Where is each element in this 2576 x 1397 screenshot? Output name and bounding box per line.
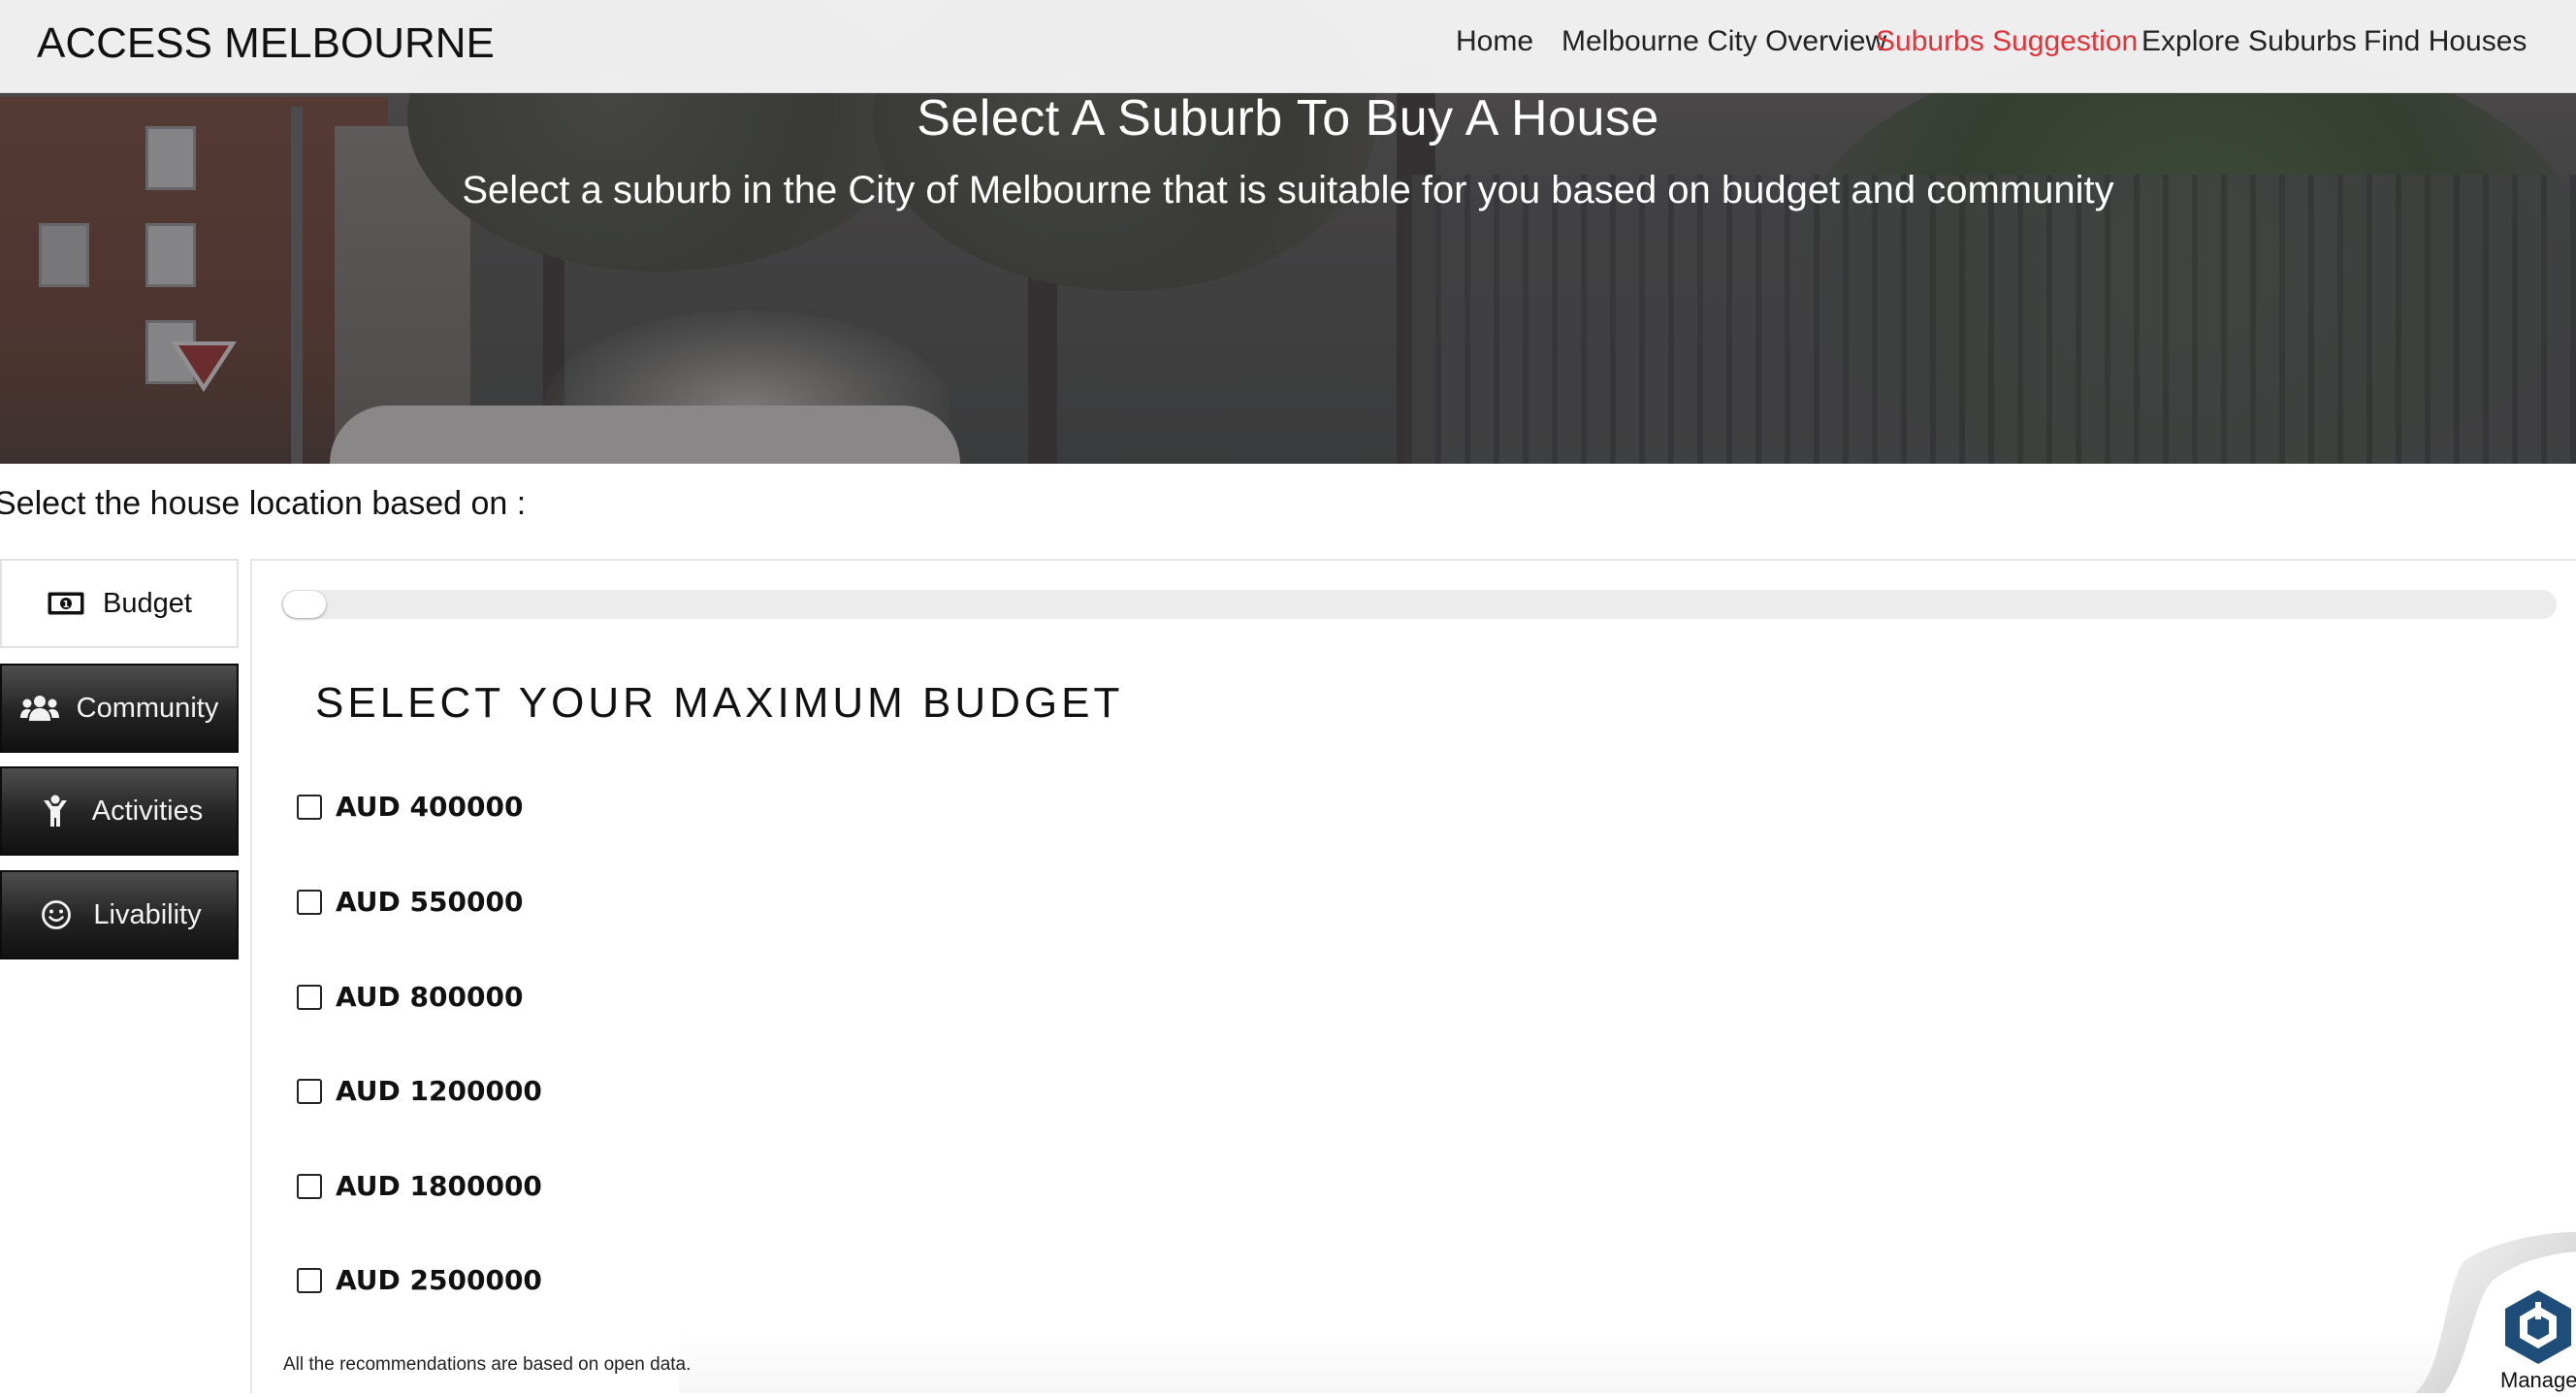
checkbox[interactable] [297, 984, 322, 1010]
nav-find-houses[interactable]: Find Houses [2364, 25, 2527, 58]
tab-community-label: Community [76, 692, 219, 724]
budget-heading: SELECT YOUR MAXIMUM BUDGET [315, 679, 1124, 727]
users-icon [19, 691, 59, 726]
budget-option-800000[interactable]: AUD 800000 [297, 981, 523, 1013]
nav-melbourne-city-overview[interactable]: Melbourne City Overview [1562, 25, 1886, 58]
checkbox[interactable] [297, 794, 322, 820]
tab-livability[interactable]: Livability [0, 870, 239, 959]
budget-option-label: AUD 550000 [336, 886, 524, 918]
budget-option-400000[interactable]: AUD 400000 [297, 791, 523, 823]
top-navbar: ACCESS MELBOURNE Home Melbourne City Ove… [0, 0, 2576, 93]
tab-activities-label: Activities [91, 795, 204, 827]
tab-community[interactable]: Community [0, 664, 239, 753]
svg-text:1: 1 [63, 600, 70, 610]
checkbox[interactable] [297, 1078, 322, 1104]
budget-option-label: AUD 800000 [336, 981, 524, 1013]
progress-handle[interactable] [283, 591, 326, 618]
tab-activities[interactable]: Activities [0, 766, 239, 856]
nav-suburbs-suggestion[interactable]: Suburbs Suggestion [1876, 25, 2138, 58]
tab-budget-label: Budget [103, 587, 192, 619]
budget-option-1800000[interactable]: AUD 1800000 [297, 1170, 542, 1202]
brand-logo-text[interactable]: ACCESS MELBOURNE [37, 19, 495, 68]
budget-option-2500000[interactable]: AUD 2500000 [297, 1264, 542, 1296]
budget-option-1200000[interactable]: AUD 1200000 [297, 1075, 542, 1107]
checkbox[interactable] [297, 1267, 322, 1293]
checkbox[interactable] [297, 1173, 322, 1199]
money-bill-icon: 1 [47, 586, 85, 621]
progress-bar [281, 590, 2557, 619]
hexagon-logo-icon [2505, 1290, 2571, 1364]
budget-option-label: AUD 1200000 [336, 1075, 542, 1107]
nav-explore-suburbs[interactable]: Explore Suburbs [2141, 25, 2357, 58]
budget-option-label: AUD 400000 [336, 791, 524, 823]
bottom-fade [679, 1329, 2576, 1393]
hero-title: Select A Suburb To Buy A House [917, 90, 1659, 146]
selection-label: Select the house location based on : [0, 485, 527, 522]
budget-option-label: AUD 1800000 [336, 1170, 542, 1202]
smile-icon [37, 897, 76, 932]
footnote: All the recommendations are based on ope… [283, 1354, 692, 1375]
tab-livability-label: Livability [93, 898, 202, 930]
child-icon [36, 794, 75, 828]
manage-label[interactable]: Manage [2500, 1368, 2576, 1393]
budget-option-label: AUD 2500000 [336, 1264, 542, 1296]
hero-subtitle: Select a suburb in the City of Melbourne… [462, 169, 2114, 211]
nav-home[interactable]: Home [1456, 25, 1533, 58]
budget-option-550000[interactable]: AUD 550000 [297, 886, 523, 918]
tab-budget[interactable]: 1 Budget [0, 559, 239, 648]
checkbox[interactable] [297, 889, 322, 915]
